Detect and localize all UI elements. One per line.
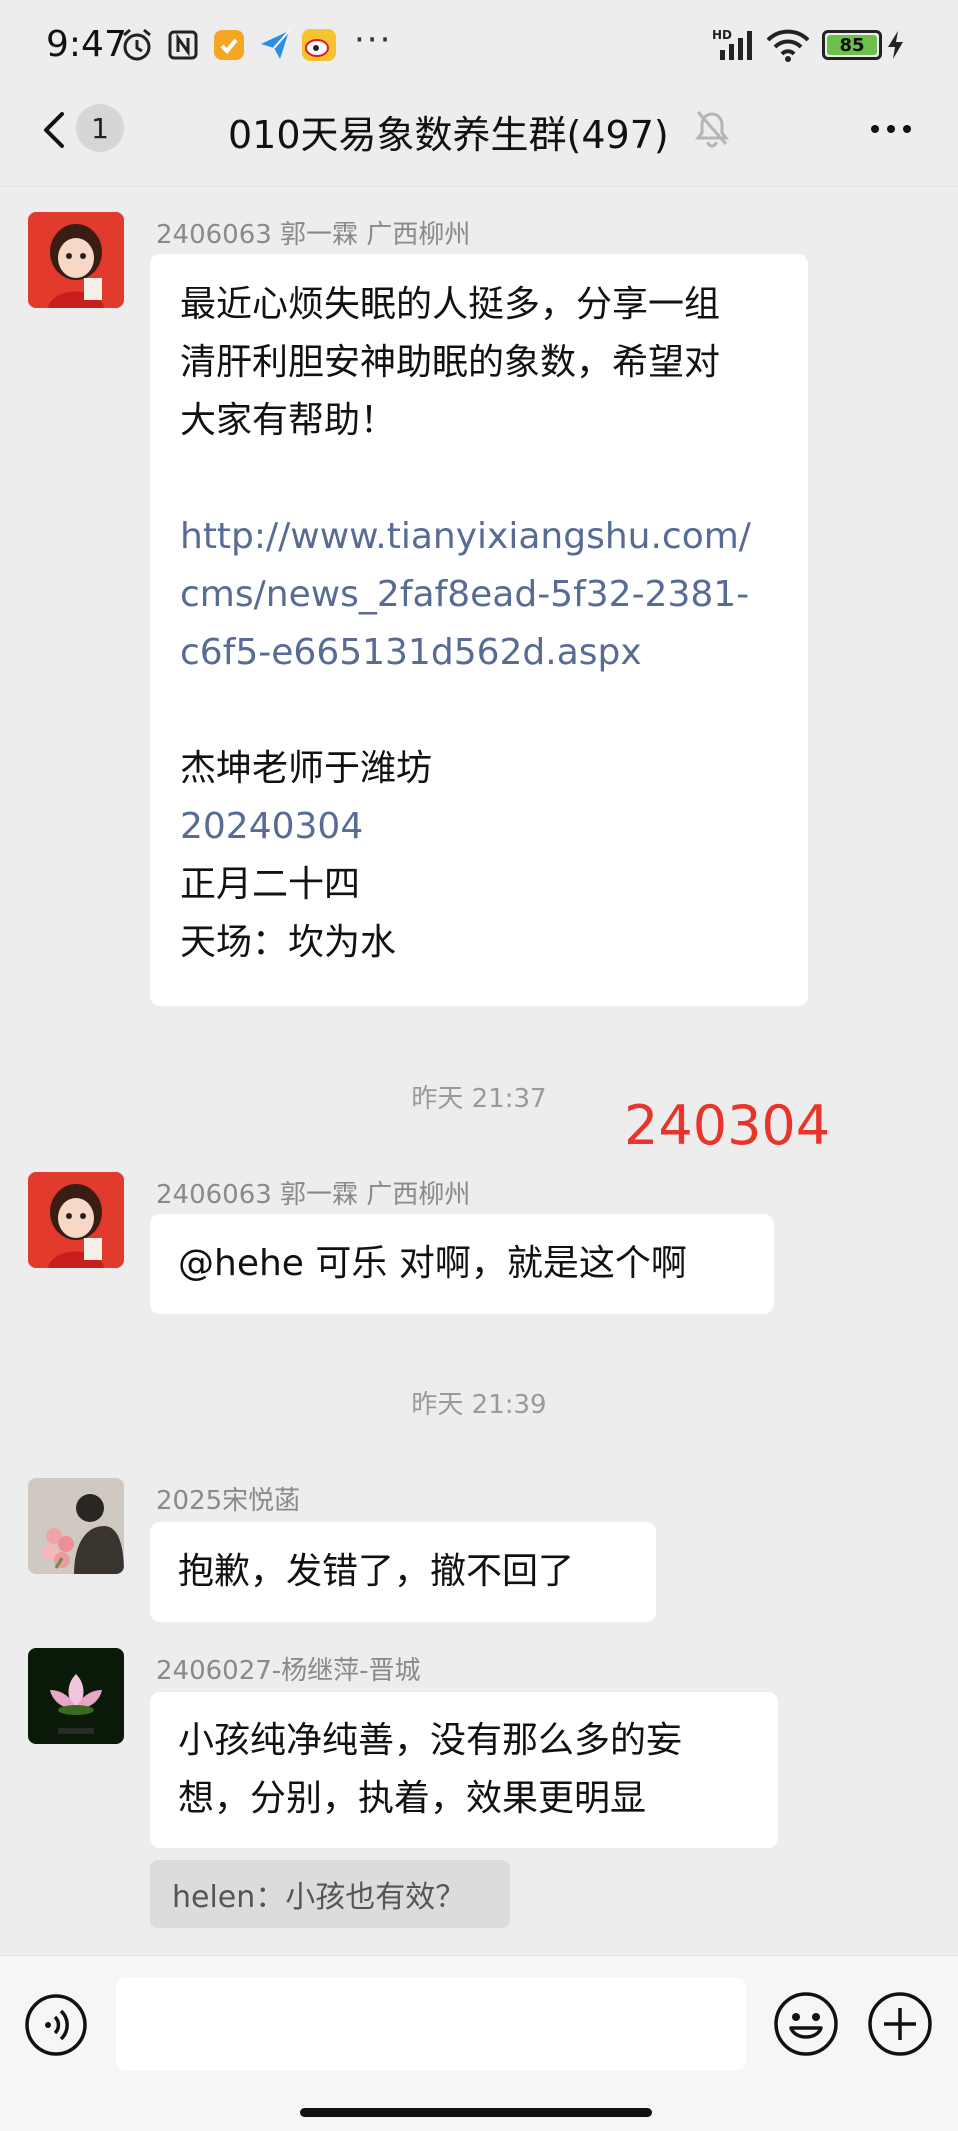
message-line: 最近心烦失眠的人挺多，分享一组: [180, 284, 721, 325]
more-notifications-indicator: ···: [354, 20, 393, 60]
wifi-icon: [766, 28, 810, 62]
status-time: 9:47: [46, 24, 127, 65]
article-link[interactable]: cms/news_2faf8ead-5f32-2381-: [180, 566, 778, 624]
voice-input-icon[interactable]: [24, 1993, 88, 2057]
sender-name: 2406063 郭一霖 广西柳州: [156, 220, 471, 250]
avatar[interactable]: [28, 1172, 124, 1268]
message-text: 抱歉，发错了，撤不回了: [178, 1551, 575, 1592]
avatar[interactable]: [28, 1478, 124, 1574]
more-options-icon[interactable]: [866, 104, 916, 154]
charging-icon: [886, 30, 906, 60]
message-text: @hehe 可乐 对啊，就是这个啊: [178, 1243, 687, 1284]
quoted-reply[interactable]: helen：小孩也有效？: [150, 1860, 510, 1928]
message-bubble[interactable]: 抱歉，发错了，撤不回了: [150, 1522, 656, 1622]
app-notification-icon: [210, 26, 248, 64]
signal-icon: [718, 26, 758, 62]
message-line: 清肝利胆安神助眠的象数，希望对: [180, 342, 721, 383]
tianchang-text: 天场：坎为水: [180, 922, 397, 963]
signature-text: 杰坤老师于潍坊: [180, 748, 433, 789]
sender-name: 2406027-杨继萍-晋城: [156, 1656, 421, 1686]
nfc-icon: [164, 26, 202, 64]
avatar[interactable]: [28, 1648, 124, 1744]
timestamp: 昨天 21:39: [411, 1390, 547, 1420]
lunar-date-text: 正月二十四: [180, 864, 361, 905]
back-icon[interactable]: [34, 100, 74, 160]
sender-name: 2025宋悦菡: [156, 1486, 301, 1516]
add-attachment-icon[interactable]: [866, 1990, 934, 2058]
message-line: 大家有帮助！: [180, 400, 397, 441]
home-indicator[interactable]: [300, 2108, 652, 2117]
article-link[interactable]: http://www.tianyixiangshu.com/: [180, 508, 778, 566]
emoji-icon[interactable]: [772, 1990, 840, 2058]
send-app-icon: [256, 26, 294, 64]
message-line: 想，分别，执着，效果更明显: [178, 1778, 647, 1819]
message-bubble[interactable]: 小孩纯净纯善，没有那么多的妄 想，分别，执着，效果更明显: [150, 1692, 778, 1848]
weibo-icon: [300, 26, 338, 64]
battery-level: 85: [827, 35, 877, 56]
message-bubble[interactable]: @hehe 可乐 对啊，就是这个啊: [150, 1214, 774, 1314]
chat-title: 010天易象数养生群(497): [228, 113, 669, 157]
annotation-text: 240304: [624, 1094, 831, 1157]
message-line: 小孩纯净纯善，没有那么多的妄: [178, 1720, 683, 1761]
alarm-icon: [118, 26, 156, 64]
status-bar: 9:47 ··· HD 85: [0, 0, 958, 95]
message-bubble[interactable]: 最近心烦失眠的人挺多，分享一组 清肝利胆安神助眠的象数，希望对 大家有帮助！ h…: [150, 254, 808, 1006]
article-link[interactable]: c6f5-e665131d562d.aspx: [180, 624, 778, 682]
date-link[interactable]: 20240304: [180, 798, 778, 856]
unread-count-badge[interactable]: 1: [76, 104, 124, 152]
avatar[interactable]: [28, 212, 124, 308]
sender-name: 2406063 郭一霖 广西柳州: [156, 1180, 471, 1210]
battery-icon: 85: [822, 30, 882, 60]
message-input[interactable]: [116, 1978, 746, 2070]
muted-bell-icon: [694, 108, 730, 148]
header-divider: [0, 186, 958, 187]
